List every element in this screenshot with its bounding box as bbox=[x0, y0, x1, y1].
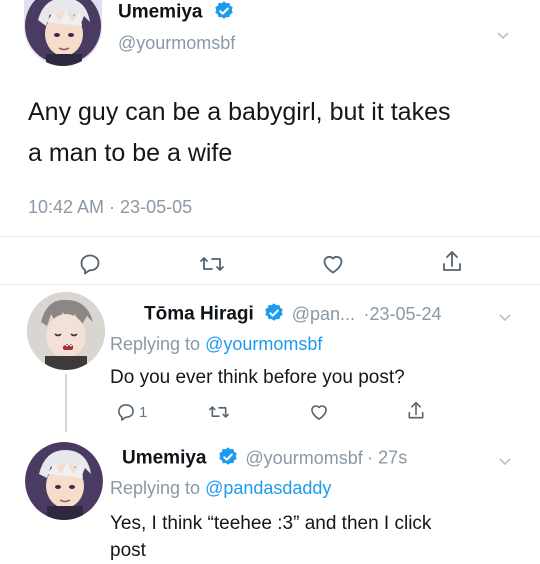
heart-icon[interactable] bbox=[320, 252, 346, 276]
retweet-icon[interactable] bbox=[208, 402, 230, 422]
share-icon[interactable] bbox=[440, 249, 464, 275]
reply-text: Yes, I think “teehee :3” and then I clic… bbox=[110, 510, 431, 564]
author-handle[interactable]: @yourmomsbf bbox=[245, 448, 362, 468]
author-name[interactable]: Tōma Hiragi bbox=[144, 304, 254, 325]
reply-time[interactable]: · 27s bbox=[367, 448, 407, 468]
heart-icon[interactable] bbox=[308, 402, 330, 422]
avatar[interactable] bbox=[25, 442, 103, 520]
author-name[interactable]: Umemiya bbox=[122, 448, 207, 469]
reply-text-line: Yes, I think “teehee :3” and then I clic… bbox=[110, 513, 432, 534]
reply-date[interactable]: ·23-05-24 bbox=[363, 304, 441, 324]
reply-icon[interactable] bbox=[78, 252, 102, 276]
replying-to: Replying to @pandasdaddy bbox=[110, 478, 331, 499]
replying-to-link[interactable]: @pandasdaddy bbox=[205, 478, 331, 498]
divider bbox=[0, 236, 540, 237]
tweet-text-line: Any guy can be a babygirl, but it takes bbox=[28, 98, 451, 126]
avatar[interactable] bbox=[24, 0, 102, 66]
chevron-down-icon[interactable] bbox=[496, 28, 510, 47]
tweet-timestamp[interactable]: 10:42 AM · 23-05-05 bbox=[28, 197, 192, 218]
avatar[interactable] bbox=[27, 292, 105, 370]
thread-line bbox=[65, 374, 67, 432]
verified-badge-icon bbox=[213, 0, 235, 27]
author-name[interactable]: Umemiya bbox=[118, 2, 203, 23]
replying-to-label: Replying to bbox=[110, 478, 206, 498]
author-handle[interactable]: @pan... bbox=[292, 304, 355, 324]
main-tweet-header: Umemiya bbox=[118, 0, 235, 27]
reply-text: Do you ever think before you post? bbox=[110, 367, 405, 388]
reply-text-line: post bbox=[110, 540, 146, 561]
verified-badge-icon bbox=[217, 446, 239, 473]
replying-to-link[interactable]: @yourmomsbf bbox=[205, 334, 322, 354]
reply-header: Umemiya @yourmomsbf · 27s bbox=[122, 446, 407, 473]
reply-count: 1 bbox=[139, 403, 148, 421]
chevron-down-icon[interactable] bbox=[498, 310, 512, 329]
retweet-icon[interactable] bbox=[199, 252, 225, 276]
replying-to-label: Replying to bbox=[110, 334, 206, 354]
chevron-down-icon[interactable] bbox=[498, 454, 512, 473]
replying-to: Replying to @yourmomsbf bbox=[110, 334, 322, 355]
tweet-text: Any guy can be a babygirl, but it takes … bbox=[28, 92, 450, 174]
share-icon[interactable] bbox=[406, 400, 426, 422]
divider bbox=[0, 284, 540, 285]
reply-header: Tōma Hiragi @pan... ·23-05-24 bbox=[144, 302, 442, 329]
author-handle[interactable]: @yourmomsbf bbox=[118, 33, 235, 54]
reply-icon[interactable]: 1 bbox=[116, 402, 147, 422]
tweet-text-line: a man to be a wife bbox=[28, 139, 233, 167]
verified-badge-icon bbox=[263, 302, 285, 329]
